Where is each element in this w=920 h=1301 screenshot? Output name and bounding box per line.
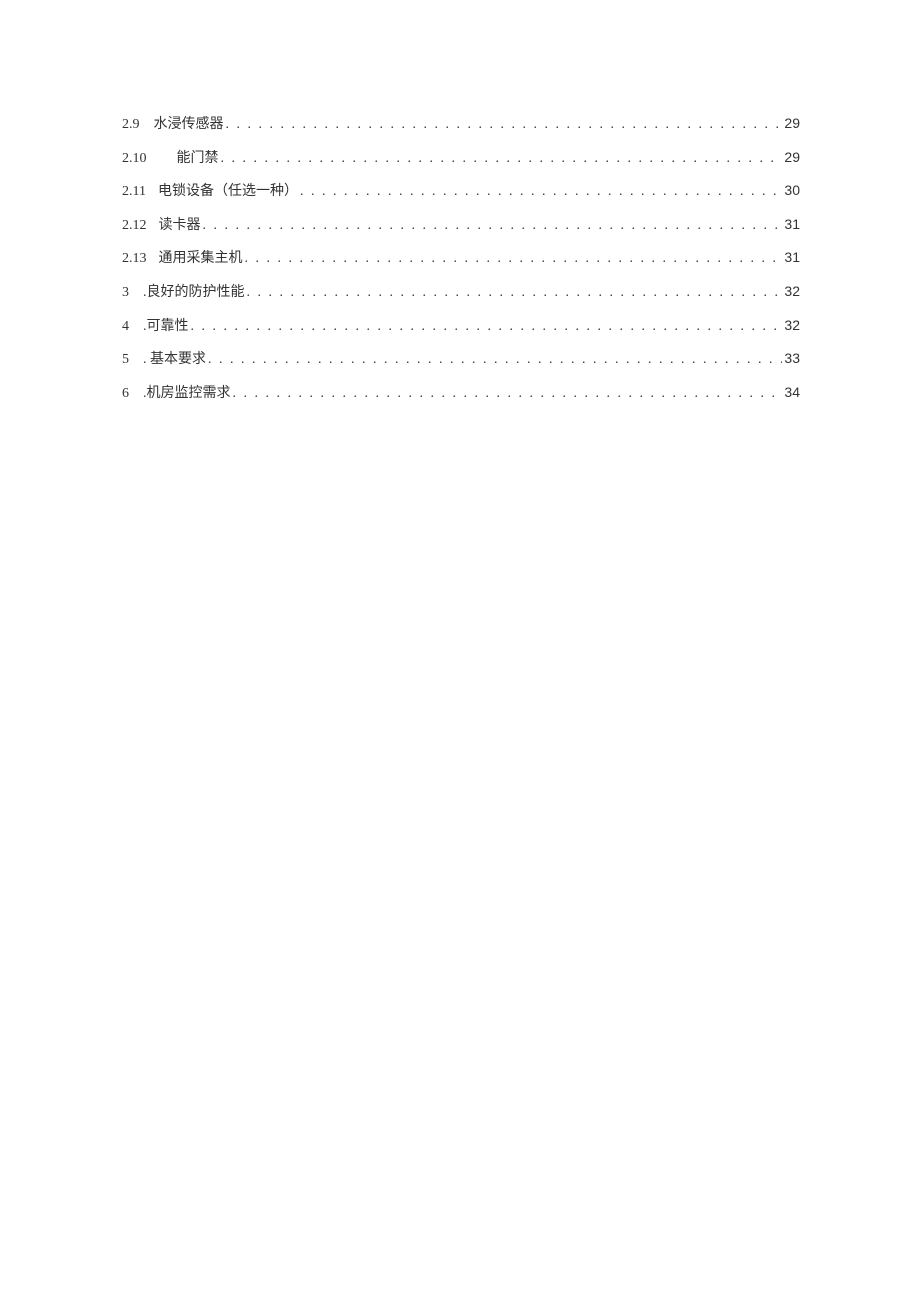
toc-leader-dots <box>245 283 783 303</box>
toc-title: . 基本要求 <box>143 350 206 370</box>
toc-leader-dots <box>298 182 782 202</box>
toc-entry: 2.12 读卡器 31 <box>122 215 800 236</box>
toc-page-number: 34 <box>782 383 800 403</box>
toc-title: .机房监控需求 <box>143 384 231 404</box>
toc-leader-dots <box>189 317 783 337</box>
toc-entry: 6 .机房监控需求 34 <box>122 383 800 404</box>
toc-page-number: 29 <box>782 114 800 134</box>
toc-leader-dots <box>243 249 783 269</box>
toc-title: 通用采集主机 <box>159 249 243 269</box>
toc-number: 4 <box>122 317 129 337</box>
toc-entry: 2.11 电锁设备（任选一种） 30 <box>122 181 800 202</box>
toc-title: .良好的防护性能 <box>143 283 245 303</box>
toc-leader-dots <box>201 216 783 236</box>
toc-entry: 4 .可靠性 32 <box>122 316 800 337</box>
toc-title: 水浸传感器 <box>154 115 224 135</box>
toc-page-number: 30 <box>782 181 800 201</box>
toc-title: 电锁设备（任选一种） <box>158 182 298 202</box>
toc-entry: 5 . 基本要求 33 <box>122 349 800 370</box>
toc-leader-dots <box>219 149 783 169</box>
toc-entry: 2.9 水浸传感器 29 <box>122 114 800 135</box>
toc-page-number: 32 <box>782 316 800 336</box>
toc-number: 5 <box>122 350 129 370</box>
toc-entry: 2.13 通用采集主机 31 <box>122 248 800 269</box>
toc-leader-dots <box>224 115 783 135</box>
toc-page-number: 32 <box>782 282 800 302</box>
toc-number: 3 <box>122 283 129 303</box>
toc-page-number: 29 <box>782 148 800 168</box>
toc-number: 2.12 <box>122 216 147 236</box>
toc-entry: 3 .良好的防护性能 32 <box>122 282 800 303</box>
toc-number: 2.11 <box>122 182 146 202</box>
toc-number: 2.10 <box>122 149 147 169</box>
table-of-contents: 2.9 水浸传感器 29 2.10 能门禁 29 2.11 电锁设备（任选一种） 30 2.12 读… <box>122 114 800 403</box>
toc-page-number: 31 <box>782 215 800 235</box>
toc-title: .可靠性 <box>143 317 189 337</box>
toc-page-number: 33 <box>782 349 800 369</box>
toc-leader-dots <box>231 384 783 404</box>
toc-number: 2.13 <box>122 249 147 269</box>
toc-title: 读卡器 <box>159 216 201 236</box>
toc-number: 6 <box>122 384 129 404</box>
toc-leader-dots <box>206 350 782 370</box>
toc-number: 2.9 <box>122 115 140 135</box>
toc-title: 能门禁 <box>177 149 219 169</box>
toc-entry: 2.10 能门禁 29 <box>122 148 800 169</box>
toc-page-number: 31 <box>782 248 800 268</box>
